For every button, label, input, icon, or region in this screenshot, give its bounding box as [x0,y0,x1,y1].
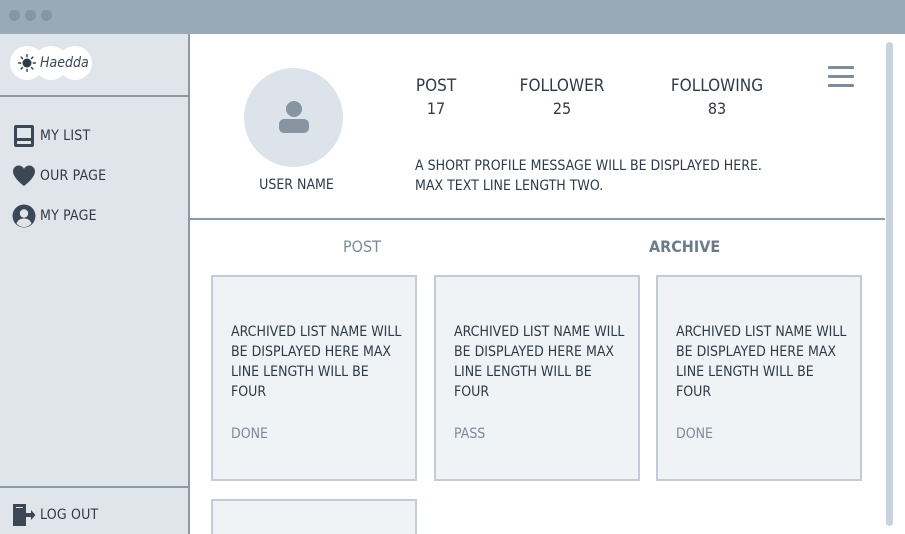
sidebar-item-our-page[interactable]: OUR PAGE [12,163,106,189]
logout-icon [13,504,36,526]
stat-followers[interactable]: FOLLOWER 25 [518,76,606,118]
avatar[interactable] [244,68,343,167]
window-maximize-dot[interactable] [41,10,52,21]
stat-value: 17 [426,99,446,118]
logo-text: Haedda [40,55,89,71]
stat-label: FOLLOWING [670,76,764,96]
stat-value: 25 [552,99,572,118]
bio-line: MAX TEXT LINE LENGTH TWO. [415,178,604,194]
sidebar-item-label: OUR PAGE [40,168,107,184]
card-status: DONE [231,426,268,442]
archive-card[interactable]: ARCHIVED LIST NAME WILL BE DISPLAYED HER… [656,275,862,481]
logout-button[interactable]: LOG OUT [12,502,98,528]
sidebar-item-label: MY LIST [40,128,91,144]
profile-bio: A SHORT PROFILE MESSAGE WILL BE DISPLAYE… [415,156,815,196]
hamburger-menu-icon[interactable] [828,66,856,90]
heart-icon [13,165,35,186]
stat-label: POST [415,76,457,96]
card-title: ARCHIVED LIST NAME WILL BE DISPLAYED HER… [454,324,625,400]
username: USER NAME [259,177,334,193]
archive-card[interactable]: ARCHIVED LIST NAME WILL BE DISPLAYED HER… [211,275,417,481]
logout-label: LOG OUT [40,507,99,523]
main-content: USER NAME POST 17 FOLLOWER 25 FOLLOWING … [190,34,905,534]
user-icon [279,101,309,133]
sidebar-divider [0,95,188,97]
user-circle-icon [12,204,36,228]
sun-icon [18,54,36,72]
stat-posts[interactable]: POST 17 [415,76,457,118]
card-status: PASS [454,426,486,442]
stat-following[interactable]: FOLLOWING 83 [670,76,764,118]
sidebar-item-label: MY PAGE [40,208,97,224]
sidebar-item-my-page[interactable]: MY PAGE [12,203,97,229]
card-title: ARCHIVED LIST NAME WILL BE DISPLAYED HER… [231,324,402,400]
archive-card[interactable]: ARCHIVED LIST NAME WILL BE DISPLAYED HER… [434,275,640,481]
window-minimize-dot[interactable] [25,10,36,21]
sidebar-item-my-list[interactable]: MY LIST [12,123,90,149]
stat-label: FOLLOWER [519,76,605,96]
tab-archive[interactable]: ARCHIVE [649,237,720,256]
archive-card[interactable] [211,499,417,534]
profile-divider [190,218,885,220]
sidebar-divider [0,486,188,488]
window-close-dot[interactable] [9,10,20,21]
app-logo[interactable]: Haedda [10,46,94,82]
stat-value: 83 [707,99,727,118]
sidebar: Haedda MY LIST OUR PAGE MY PAGE LOG OUT [0,34,190,534]
book-icon [14,125,34,147]
window-titlebar [0,0,905,34]
card-title: ARCHIVED LIST NAME WILL BE DISPLAYED HER… [676,324,847,400]
tab-post[interactable]: POST [343,237,381,256]
card-status: DONE [676,426,713,442]
bio-line: A SHORT PROFILE MESSAGE WILL BE DISPLAYE… [415,158,762,174]
scrollbar[interactable] [886,42,893,526]
